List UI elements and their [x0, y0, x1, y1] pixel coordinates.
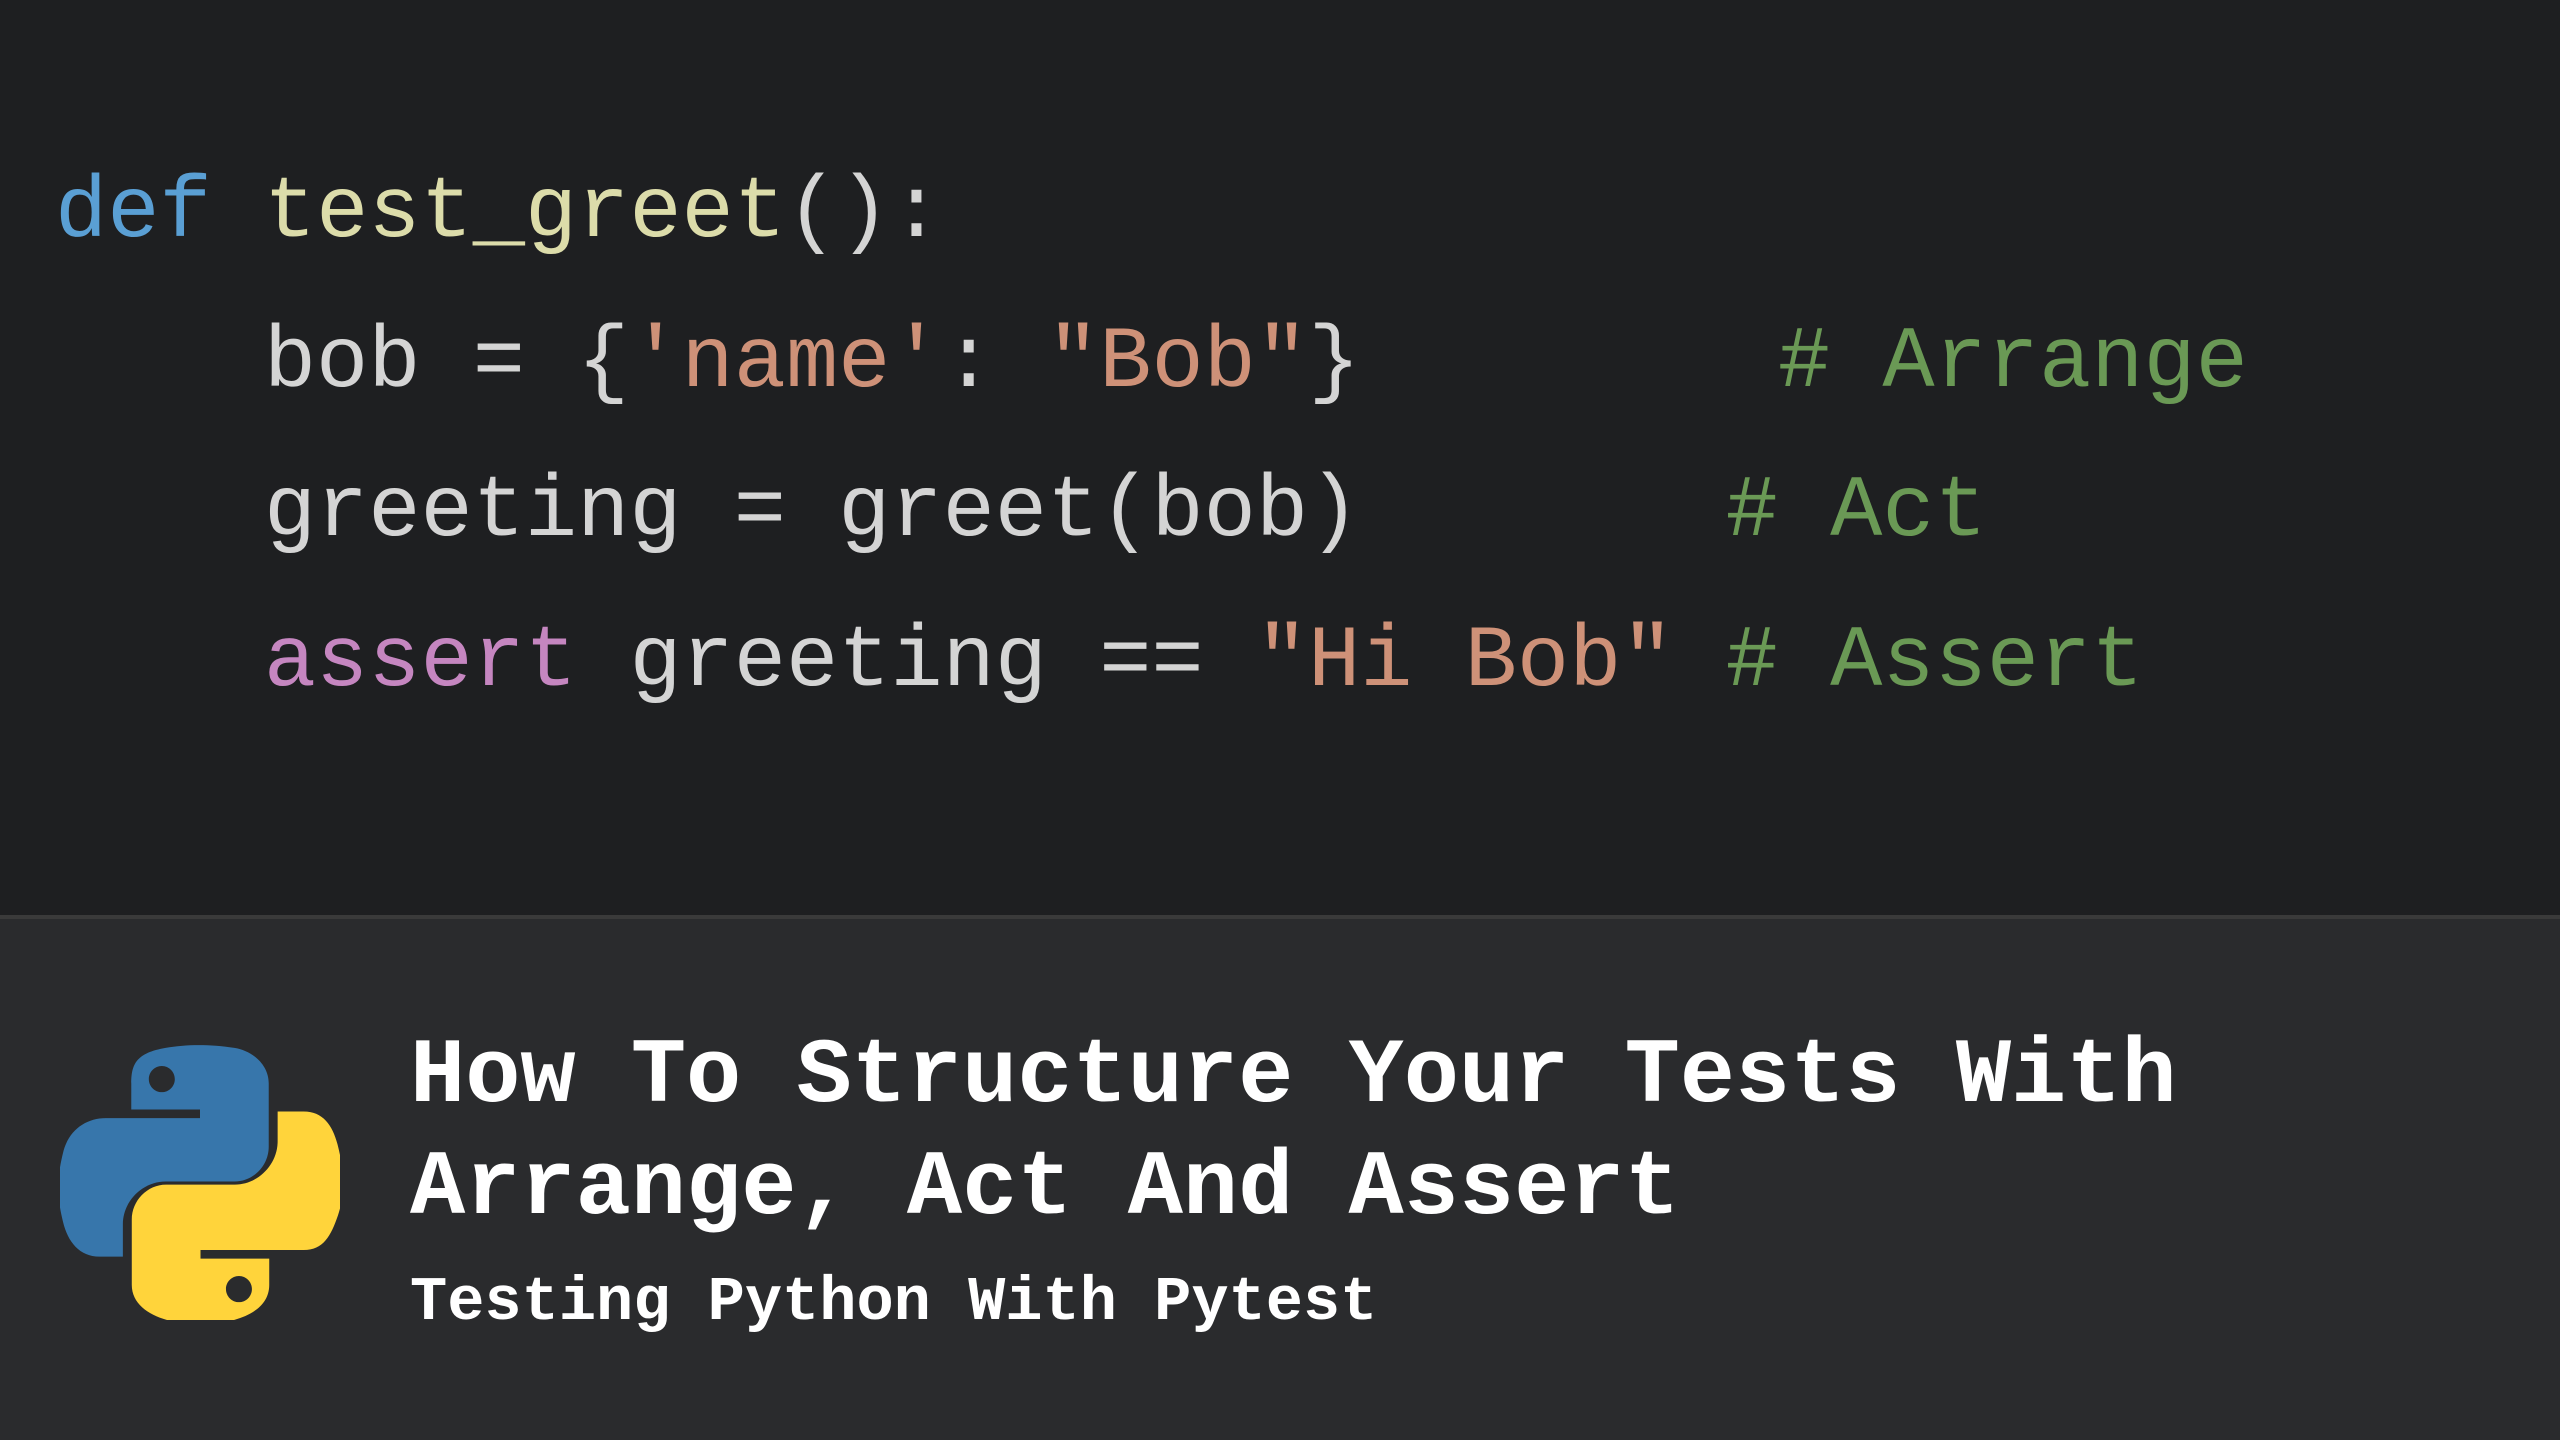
- footer: How To Structure Your Tests With Arrange…: [0, 919, 2560, 1440]
- string-val: "Bob": [1047, 315, 1308, 413]
- page-title: How To Structure Your Tests With Arrange…: [410, 1021, 2500, 1245]
- code-line-2: bob = {'name': "Bob"} # Arrange: [55, 290, 2505, 440]
- comment-arrange: # Arrange: [1778, 315, 2248, 413]
- comment-act: # Act: [1726, 464, 1987, 562]
- code-line-4: assert greeting == "Hi Bob" # Assert: [55, 589, 2505, 739]
- footer-text: How To Structure Your Tests With Arrange…: [410, 1021, 2500, 1338]
- code-line-3: greeting = greet(bob) # Act: [55, 439, 2505, 589]
- string-expected: "Hi Bob": [1256, 614, 1674, 712]
- function-name: test_greet: [264, 165, 786, 263]
- code-block: def test_greet(): bob = {'name': "Bob"} …: [0, 0, 2560, 915]
- code-line-1: def test_greet():: [55, 140, 2505, 290]
- keyword-assert: assert: [264, 614, 577, 712]
- page-subtitle: Testing Python With Pytest: [410, 1267, 2500, 1338]
- keyword-def: def: [55, 165, 212, 263]
- string-key: 'name': [629, 315, 942, 413]
- call-fn: greet: [838, 464, 1099, 562]
- comment-assert: # Assert: [1726, 614, 2144, 712]
- python-logo-icon: [60, 1040, 340, 1320]
